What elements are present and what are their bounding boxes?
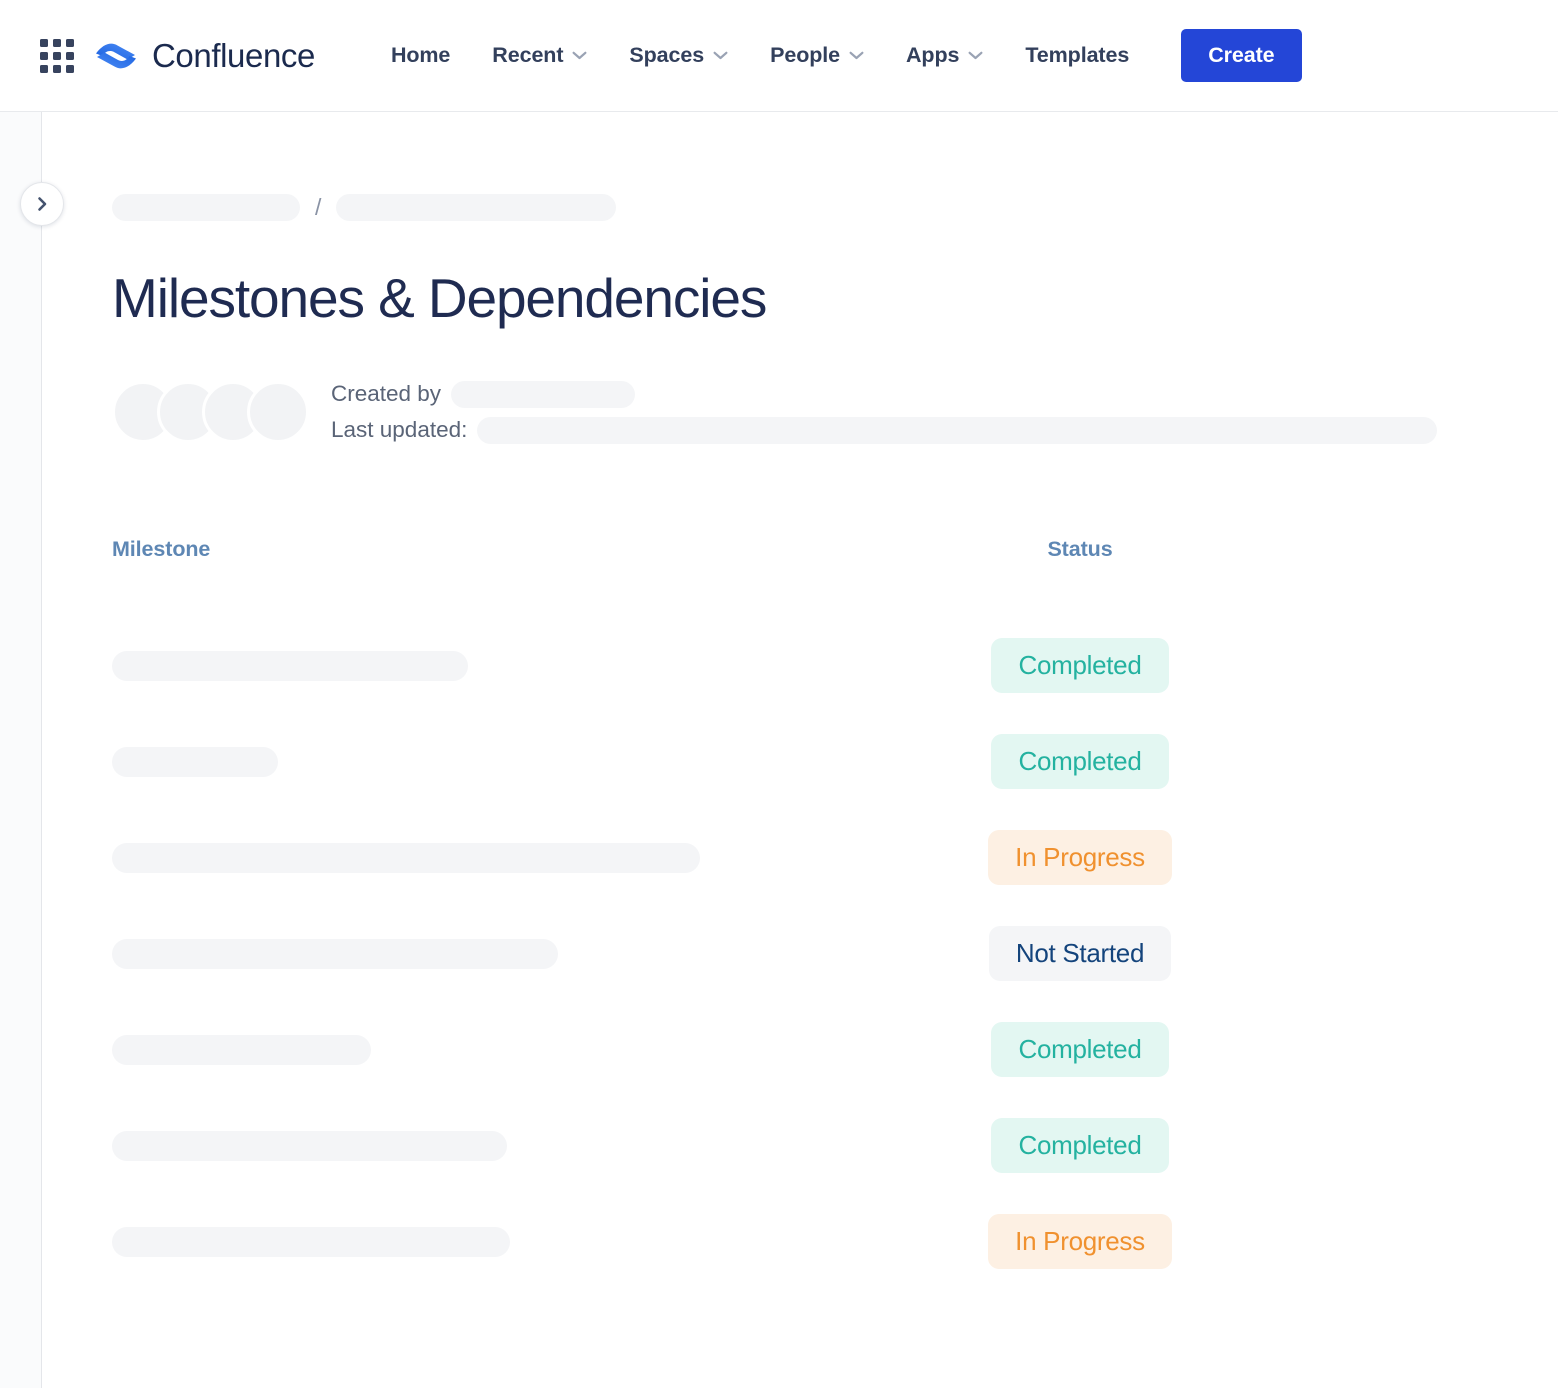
chevron-right-icon	[38, 197, 47, 211]
milestone-name-skeleton	[112, 1130, 507, 1161]
milestones-table: Milestone Status Completed Completed In …	[112, 537, 1532, 1290]
avatar-group[interactable]	[112, 381, 309, 443]
column-header-milestone[interactable]: Milestone	[112, 537, 965, 562]
table-row: Completed	[112, 1002, 1532, 1098]
table-row: Completed	[112, 714, 1532, 810]
chevron-down-icon	[968, 51, 983, 60]
table-row: In Progress	[112, 810, 1532, 906]
top-navigation-bar: Confluence Home Recent Spaces People App…	[0, 0, 1558, 112]
milestone-name-skeleton	[112, 842, 700, 873]
status-badge[interactable]: Not Started	[988, 925, 1172, 982]
confluence-home-link[interactable]: Confluence	[94, 36, 315, 76]
status-badge[interactable]: Completed	[991, 1117, 1169, 1174]
status-badge[interactable]: In Progress	[988, 829, 1172, 886]
milestone-name-skeleton	[112, 1034, 371, 1065]
table-row: Completed	[112, 1098, 1532, 1194]
nav-item-home[interactable]: Home	[370, 34, 471, 77]
grid-apps-icon[interactable]	[38, 37, 76, 75]
chevron-down-icon	[849, 51, 864, 60]
nav-item-people-label: People	[770, 43, 840, 67]
collapsed-sidebar-rail	[0, 112, 42, 1388]
created-by-label: Created by	[331, 381, 442, 406]
status-cell: Completed	[965, 1117, 1195, 1174]
sidebar-expand-button[interactable]	[20, 182, 64, 226]
nav-item-templates-label: Templates	[1025, 43, 1130, 67]
column-header-status[interactable]: Status	[965, 537, 1195, 562]
status-cell: Completed	[965, 637, 1195, 694]
status-cell: In Progress	[965, 1213, 1195, 1270]
milestone-cell	[112, 746, 965, 777]
breadcrumb-item-skeleton[interactable]	[112, 194, 300, 221]
page-metadata: Created by Last updated:	[112, 380, 1558, 444]
nav-item-recent[interactable]: Recent	[471, 34, 608, 77]
last-updated-line: Last updated:	[331, 416, 1558, 444]
status-badge[interactable]: Completed	[991, 733, 1169, 790]
nav-item-apps-label: Apps	[906, 43, 960, 67]
created-by-value-skeleton	[451, 380, 636, 408]
confluence-logo-icon	[96, 43, 136, 68]
milestone-name-skeleton	[112, 746, 278, 777]
status-badge[interactable]: Completed	[991, 1021, 1169, 1078]
breadcrumb-item-skeleton[interactable]	[336, 194, 617, 221]
milestone-cell	[112, 1226, 965, 1257]
table-header-row: Milestone Status	[112, 537, 1532, 562]
status-cell: In Progress	[965, 829, 1195, 886]
nav-item-people[interactable]: People	[749, 34, 885, 77]
milestone-cell	[112, 1034, 965, 1065]
last-updated-label: Last updated:	[331, 417, 468, 442]
metadata-text-block: Created by Last updated:	[331, 380, 1558, 444]
nav-item-spaces-label: Spaces	[629, 43, 705, 67]
table-body: Completed Completed In Progress Not Star…	[112, 618, 1532, 1290]
chevron-down-icon	[572, 51, 587, 60]
milestone-name-skeleton	[112, 938, 558, 969]
nav-item-home-label: Home	[390, 43, 451, 67]
avatar[interactable]	[247, 381, 309, 443]
main-nav-links: Home Recent Spaces People Apps Templates…	[370, 29, 1302, 82]
milestone-name-skeleton	[112, 650, 468, 681]
milestone-cell	[112, 842, 965, 873]
milestone-cell	[112, 1130, 965, 1161]
page-title: Milestones & Dependencies	[112, 267, 767, 329]
page-content: / Milestones & Dependencies Created by L…	[43, 112, 1558, 1388]
milestone-cell	[112, 938, 965, 969]
table-row: In Progress	[112, 1194, 1532, 1290]
table-row: Not Started	[112, 906, 1532, 1002]
nav-item-recent-label: Recent	[492, 43, 564, 67]
status-cell: Not Started	[965, 925, 1195, 982]
created-by-line: Created by	[331, 380, 1558, 408]
create-button[interactable]: Create	[1181, 29, 1302, 82]
nav-item-templates[interactable]: Templates	[1004, 34, 1150, 77]
status-badge[interactable]: Completed	[991, 637, 1169, 694]
status-cell: Completed	[965, 733, 1195, 790]
chevron-down-icon	[713, 51, 728, 60]
table-row: Completed	[112, 618, 1532, 714]
nav-item-spaces[interactable]: Spaces	[608, 34, 749, 77]
status-cell: Completed	[965, 1021, 1195, 1078]
brand-name: Confluence	[152, 36, 315, 74]
breadcrumb-separator: /	[315, 194, 322, 220]
nav-item-apps[interactable]: Apps	[885, 34, 1004, 77]
status-badge[interactable]: In Progress	[988, 1213, 1172, 1270]
confluence-app: Confluence Home Recent Spaces People App…	[0, 0, 1558, 1388]
milestone-cell	[112, 650, 965, 681]
milestone-name-skeleton	[112, 1226, 510, 1257]
last-updated-value-skeleton	[477, 416, 1438, 444]
breadcrumb: /	[112, 112, 1558, 221]
